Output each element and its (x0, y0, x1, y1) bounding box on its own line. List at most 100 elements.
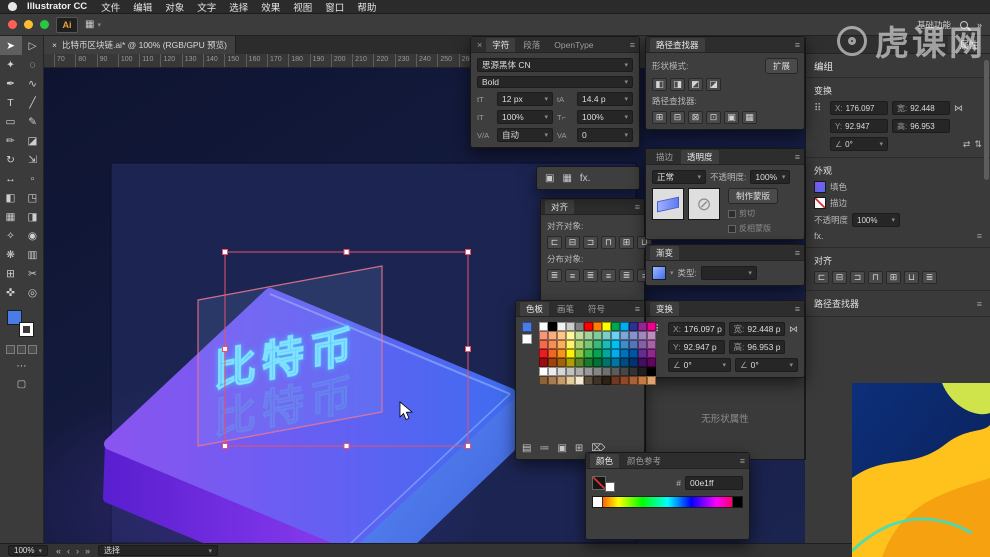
exclude-icon[interactable]: ◪ (706, 78, 721, 91)
swatch-90[interactable] (647, 376, 656, 385)
tab-swatches[interactable]: 色板 (520, 301, 550, 316)
swatch-51[interactable] (647, 349, 656, 358)
swatch-24[interactable] (638, 331, 647, 340)
swatch-18[interactable] (584, 331, 593, 340)
clip-checkbox[interactable] (728, 209, 736, 218)
expand-button[interactable]: 扩展 (764, 58, 798, 74)
align-hcenter-icon[interactable]: ⊟ (565, 236, 580, 249)
swatch-29[interactable] (566, 340, 575, 349)
panel-close-icon[interactable]: × (475, 40, 484, 50)
selection-handle-sw[interactable] (222, 443, 228, 449)
swatch-86[interactable] (611, 376, 620, 385)
swatch-60[interactable] (611, 358, 620, 367)
opacity-select[interactable]: 100% ▾ (852, 213, 901, 227)
draw-inside-icon[interactable] (28, 345, 37, 354)
trim-icon[interactable]: ⊟ (670, 111, 685, 124)
color-stroke-swatch[interactable] (605, 482, 615, 492)
pencil-tool[interactable]: ✏ (0, 131, 22, 150)
swatch-65[interactable] (539, 367, 548, 376)
swatch-kinds-icon[interactable]: ≔ (539, 443, 549, 454)
stroke-swatch[interactable] (814, 197, 826, 209)
shear-select[interactable]: ∠ 0° ▾ (735, 358, 798, 372)
column-graph-tool[interactable]: ▥ (22, 245, 44, 264)
black-chip[interactable] (732, 497, 742, 507)
swatch-40[interactable] (548, 349, 557, 358)
swatch-8[interactable] (611, 322, 620, 331)
thumbnail-icon[interactable]: ▣ (545, 173, 554, 184)
free-transform-tool[interactable]: ▫ (22, 169, 44, 188)
hex-input[interactable]: 00e1ff (685, 476, 743, 490)
minus-front-icon[interactable]: ◨ (670, 78, 685, 91)
swatch-23[interactable] (629, 331, 638, 340)
invert-mask-checkbox[interactable] (728, 224, 736, 233)
swatch-20[interactable] (602, 331, 611, 340)
swatch-3[interactable] (566, 322, 575, 331)
swatch-32[interactable] (593, 340, 602, 349)
swatch-88[interactable] (629, 376, 638, 385)
swatch-74[interactable] (620, 367, 629, 376)
swatch-12[interactable] (647, 322, 656, 331)
swatch-15[interactable] (557, 331, 566, 340)
symbol-sprayer-tool[interactable]: ❋ (0, 245, 22, 264)
distribute-left-icon[interactable]: ≡ (601, 269, 616, 282)
tab-color[interactable]: 颜色 (590, 453, 620, 468)
divide-icon[interactable]: ⊞ (652, 111, 667, 124)
swatch-54[interactable] (557, 358, 566, 367)
slice-tool[interactable]: ✂ (22, 264, 44, 283)
opacity-select[interactable]: 100% ▾ (750, 170, 791, 184)
rotate-tool[interactable]: ↻ (0, 150, 22, 169)
link-dimensions-icon[interactable]: ⋈ (954, 103, 963, 114)
first-item-icon[interactable]: « (56, 546, 61, 556)
swatch-1[interactable] (548, 322, 557, 331)
distribute-icon[interactable]: ≣ (922, 271, 937, 284)
swatch-33[interactable] (602, 340, 611, 349)
swatch-73[interactable] (611, 367, 620, 376)
panel-menu-icon[interactable]: ≡ (635, 304, 640, 314)
blend-mode-select[interactable]: 正常 ▾ (652, 170, 706, 184)
tab-color-guide[interactable]: 颜色参考 (621, 454, 667, 468)
swatch-79[interactable] (548, 376, 557, 385)
effects-button[interactable]: fx. (814, 231, 824, 241)
outline-icon[interactable]: ▣ (724, 111, 739, 124)
tab-opentype[interactable]: OpenType (548, 39, 599, 51)
swatch-75[interactable] (629, 367, 638, 376)
prev-item-icon[interactable]: ‹ (67, 546, 70, 556)
eraser-tool[interactable]: ◪ (22, 131, 44, 150)
gradient-type-select[interactable]: ▾ (700, 266, 757, 280)
selection-handle-n[interactable] (343, 249, 350, 255)
swatch-82[interactable] (575, 376, 584, 385)
swatch-83[interactable] (584, 376, 593, 385)
swatch-28[interactable] (557, 340, 566, 349)
swatch-13[interactable] (539, 331, 548, 340)
rotate-select[interactable]: ∠ 0° ▾ (668, 358, 731, 372)
swatch-0[interactable] (539, 322, 548, 331)
y-field[interactable]: Y: 92.947 (830, 119, 888, 133)
panel-menu-icon[interactable]: ≡ (977, 299, 982, 309)
distribute-vcenter-icon[interactable]: ≡ (565, 269, 580, 282)
close-tab-icon[interactable]: × (52, 40, 57, 50)
curvature-tool[interactable]: ∿ (22, 74, 44, 93)
swatch-61[interactable] (620, 358, 629, 367)
next-item-icon[interactable]: › (76, 546, 79, 556)
swatch-80[interactable] (557, 376, 566, 385)
swatch-87[interactable] (620, 376, 629, 385)
width-tool[interactable]: ↔ (0, 169, 22, 188)
status-indicator-select[interactable]: 选择 ▾ (98, 545, 219, 556)
tab-paragraph[interactable]: 段落 (517, 38, 546, 52)
line-segment-tool[interactable]: ╱ (22, 93, 44, 112)
hand-tool[interactable]: ✜ (0, 283, 22, 302)
swatch-50[interactable] (638, 349, 647, 358)
height-field[interactable]: 高: 96.953 p (728, 340, 785, 354)
vertical-scale-select[interactable]: 100% ▾ (497, 110, 553, 124)
swatch-5[interactable] (584, 322, 593, 331)
swatch-58[interactable] (593, 358, 602, 367)
width-field[interactable]: 宽: 92.448 (892, 101, 950, 115)
swatch-64[interactable] (647, 358, 656, 367)
swatch-77[interactable] (647, 367, 656, 376)
mesh-tool[interactable]: ▦ (0, 207, 22, 226)
swatch-27[interactable] (548, 340, 557, 349)
swatch-39[interactable] (539, 349, 548, 358)
panel-menu-icon[interactable]: ≡ (740, 456, 745, 466)
align-left-icon[interactable]: ⊏ (547, 236, 562, 249)
swatch-72[interactable] (602, 367, 611, 376)
